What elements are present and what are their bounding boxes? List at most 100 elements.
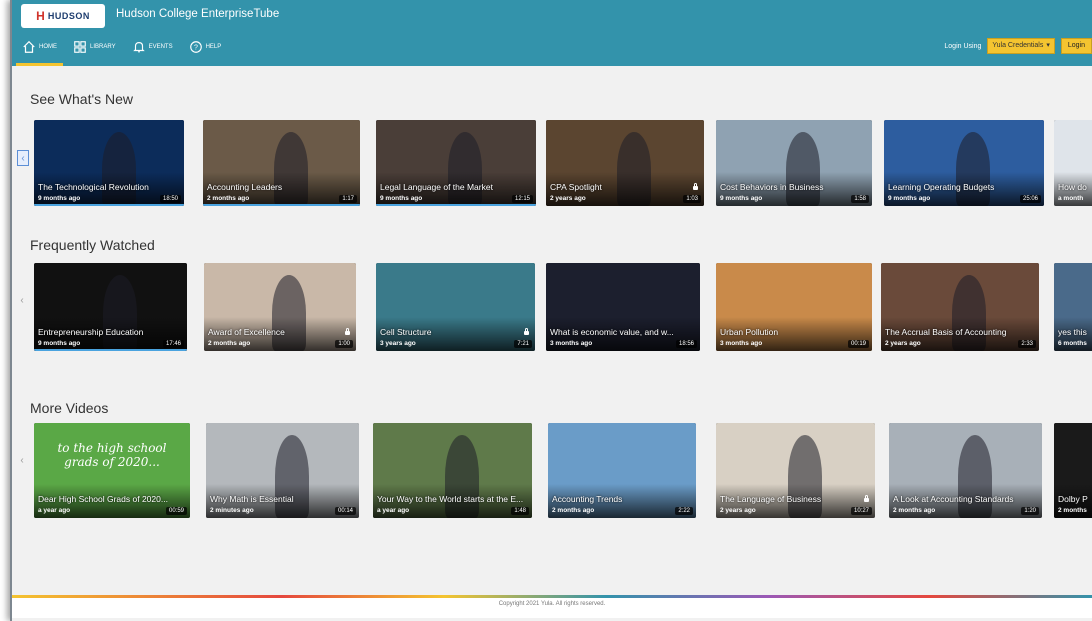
video-duration: 1:20: [1021, 507, 1039, 515]
video-age: 2 months: [1058, 507, 1087, 514]
video-thumbnail[interactable]: Your Way to the World starts at the E...…: [373, 423, 532, 518]
scroll-left-arrow-icon[interactable]: ‹: [17, 453, 27, 467]
video-row-frequent: ‹ Entrepreneurship Education 9 months ago…: [20, 263, 1092, 353]
video-title: Accounting Leaders: [207, 182, 283, 192]
nav-events[interactable]: Events: [130, 37, 175, 57]
video-thumbnail[interactable]: Why Math is Essential 2 minutes ago 00:14: [206, 423, 359, 518]
video-age: 2 months ago: [552, 507, 595, 514]
grid-icon: [74, 41, 86, 53]
video-thumbnail[interactable]: Entrepreneurship Education 9 months ago 17…: [34, 263, 187, 351]
video-duration: 00:14: [334, 507, 356, 515]
video-duration: 7:21: [514, 340, 532, 348]
scroll-left-arrow-icon[interactable]: ‹: [17, 293, 27, 307]
scroll-left-arrow-icon[interactable]: ‹: [17, 150, 29, 166]
video-title: Legal Language of the Market: [380, 182, 493, 192]
lock-icon: [345, 328, 350, 335]
video-thumbnail[interactable]: Cost Behaviors in Business 9 months ago 1:…: [716, 120, 872, 206]
nav-events-label: Events: [148, 44, 173, 50]
thumbnail-overlay-text: to the high school grads of 2020...: [57, 441, 167, 469]
video-age: 2 years ago: [720, 507, 756, 514]
video-thumbnail[interactable]: Urban Pollution 3 months ago 00:19: [716, 263, 872, 351]
video-age: 3 months ago: [550, 340, 593, 347]
logo-mark: H: [36, 9, 45, 23]
video-title: CPA Spotlight: [550, 182, 602, 192]
svg-text:?: ?: [194, 45, 198, 52]
section-title-more: More Videos: [30, 400, 109, 416]
video-age: 2 years ago: [550, 195, 586, 202]
college-logo[interactable]: H HUDSON: [21, 4, 105, 28]
video-duration: 1:48: [511, 507, 529, 515]
caret-down-icon: ▾: [1046, 42, 1050, 49]
video-age: 3 years ago: [380, 340, 416, 347]
help-icon: ?: [189, 41, 202, 53]
video-thumbnail[interactable]: Dolby P 2 months: [1054, 423, 1092, 518]
watch-progress-bar: [376, 204, 536, 206]
video-duration: 18:50: [159, 195, 181, 203]
watch-progress-bar: [34, 204, 184, 206]
main-nav: Home Library Events ? Help: [16, 37, 224, 66]
video-age: 2 months ago: [208, 340, 251, 347]
video-age: 9 months ago: [380, 195, 423, 202]
nav-library[interactable]: Library: [71, 37, 118, 57]
video-title: yes this: [1058, 327, 1087, 337]
video-age: 9 months ago: [38, 340, 81, 347]
video-age: 9 months ago: [720, 195, 763, 202]
nav-help-label: Help: [205, 44, 222, 50]
video-duration: 1:00: [335, 340, 353, 348]
video-title: A Look at Accounting Standards: [893, 494, 1014, 504]
video-thumbnail[interactable]: Legal Language of the Market 9 months ago…: [376, 120, 536, 206]
video-thumbnail[interactable]: What is economic value, and w... 3 months…: [546, 263, 700, 351]
video-thumbnail[interactable]: Award of Excellence 2 months ago 1:00: [204, 263, 356, 351]
video-title: What is economic value, and w...: [550, 327, 674, 337]
video-duration: 00:19: [847, 340, 869, 348]
video-title: Your Way to the World starts at the E...: [377, 494, 524, 504]
video-thumbnail[interactable]: to the high school grads of 2020... Dear …: [34, 423, 190, 518]
lock-icon: [693, 183, 698, 190]
video-age: 2 minutes ago: [210, 507, 254, 514]
lock-icon: [524, 328, 529, 335]
video-title: Why Math is Essential: [210, 494, 294, 504]
video-title: Learning Operating Budgets: [888, 182, 995, 192]
footer: Copyright 2021 Yula. All rights reserved…: [12, 598, 1092, 618]
lock-icon: [864, 495, 869, 502]
video-thumbnail[interactable]: A Look at Accounting Standards 2 months a…: [889, 423, 1042, 518]
video-duration: 2:33: [1018, 340, 1036, 348]
video-thumbnail[interactable]: The Accrual Basis of Accounting 2 years a…: [881, 263, 1039, 351]
video-age: 2 years ago: [885, 340, 921, 347]
video-age: 9 months ago: [38, 195, 81, 202]
login-area: Login Using Yula Credentials ▾ Login: [944, 38, 1092, 54]
video-age: 9 months ago: [888, 195, 931, 202]
video-thumbnail[interactable]: How do a month: [1054, 120, 1092, 206]
video-thumbnail[interactable]: The Technological Revolution 9 months ago…: [34, 120, 184, 206]
video-duration: 1:58: [851, 195, 869, 203]
nav-home[interactable]: Home: [16, 37, 63, 66]
video-thumbnail[interactable]: CPA Spotlight 2 years ago 1:03: [546, 120, 704, 206]
video-thumbnail[interactable]: yes this 6 months: [1054, 263, 1092, 351]
video-title: The Language of Business: [720, 494, 822, 504]
video-duration: 2:22: [675, 507, 693, 515]
video-age: 6 months: [1058, 340, 1087, 347]
video-title: Cell Structure: [380, 327, 432, 337]
login-label: Login Using: [944, 42, 982, 50]
home-icon: [23, 40, 35, 53]
login-button[interactable]: Login: [1060, 38, 1092, 54]
video-thumbnail[interactable]: Accounting Leaders 2 months ago 1:17: [203, 120, 360, 206]
video-duration: 25:06: [1019, 195, 1041, 203]
top-bar: H HUDSON Hudson College EnterpriseTube H…: [12, 0, 1092, 66]
video-title: The Technological Revolution: [38, 182, 149, 192]
video-title: Entrepreneurship Education: [38, 327, 144, 337]
video-age: 2 months ago: [207, 195, 250, 202]
video-thumbnail[interactable]: The Language of Business 2 years ago 10:27: [716, 423, 875, 518]
video-thumbnail[interactable]: Learning Operating Budgets 9 months ago 25…: [884, 120, 1044, 206]
video-thumbnail[interactable]: Cell Structure 3 years ago 7:21: [376, 263, 535, 351]
video-age: 2 months ago: [893, 507, 936, 514]
login-credentials-select[interactable]: Yula Credentials ▾: [987, 38, 1055, 54]
video-duration: 12:15: [511, 195, 533, 203]
video-title: Award of Excellence: [208, 327, 285, 337]
nav-help[interactable]: ? Help: [187, 37, 224, 57]
video-age: a month: [1058, 195, 1084, 202]
video-thumbnail[interactable]: Accounting Trends 2 months ago 2:22: [548, 423, 696, 518]
video-row-more: ‹ to the high school grads of 2020... Dea…: [20, 423, 1092, 518]
video-duration: 00:59: [165, 507, 187, 515]
section-title-new: See What's New: [30, 91, 134, 107]
